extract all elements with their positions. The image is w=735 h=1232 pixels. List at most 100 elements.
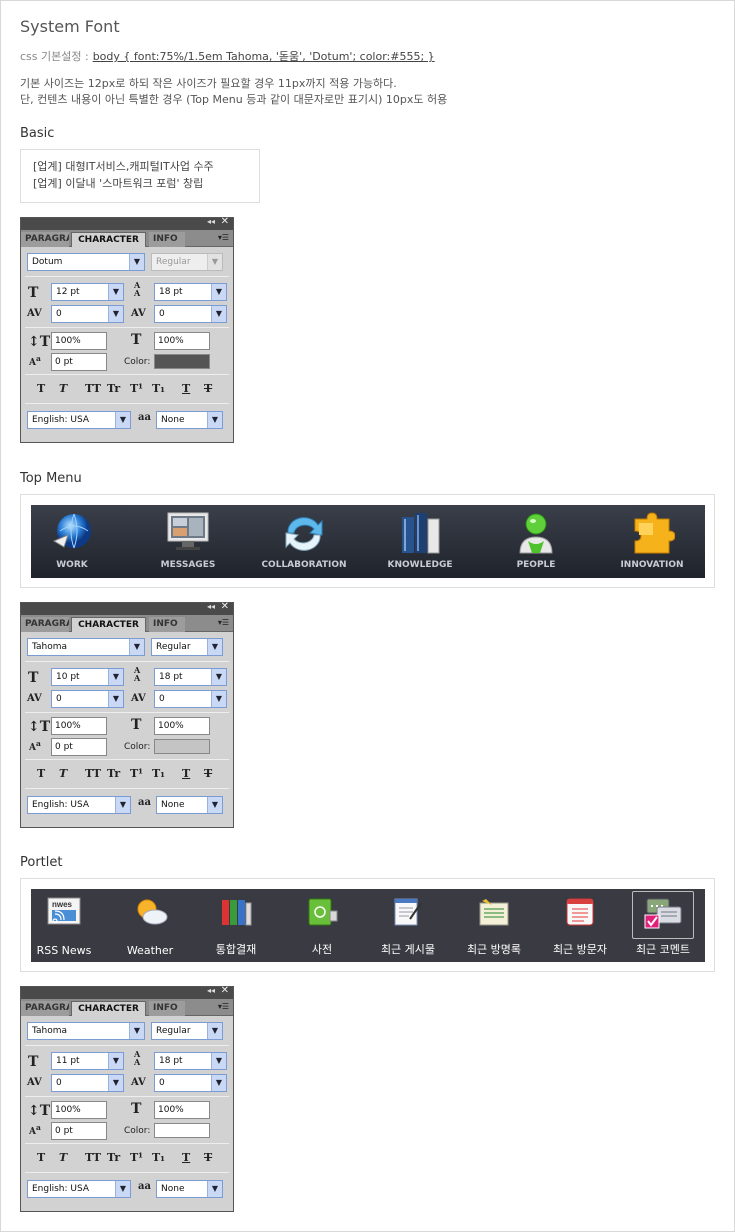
text-style-button[interactable]: T¹ — [130, 1151, 143, 1164]
font-style-select[interactable]: Regular ▼ — [151, 253, 223, 271]
chevron-down-icon[interactable]: ▼ — [108, 691, 123, 707]
tracking-select[interactable]: 0 ▼ — [154, 690, 227, 708]
text-style-button[interactable]: TT — [85, 767, 101, 780]
font-style-select[interactable]: Regular ▼ — [151, 1022, 223, 1040]
text-style-button[interactable]: T — [37, 382, 45, 395]
chevron-down-icon[interactable]: ▼ — [211, 1075, 226, 1091]
chevron-down-icon[interactable]: ▼ — [207, 639, 222, 655]
close-icon[interactable]: ✕ — [221, 985, 229, 996]
chevron-down-icon[interactable]: ▼ — [129, 254, 144, 270]
chevron-down-icon[interactable]: ▼ — [211, 691, 226, 707]
chevron-down-icon[interactable]: ▼ — [108, 284, 123, 300]
color-swatch[interactable] — [154, 1123, 210, 1138]
font-style-select[interactable]: Regular ▼ — [151, 638, 223, 656]
tab-character[interactable]: CHARACTER — [71, 232, 146, 247]
font-family-select[interactable]: Dotum ▼ — [27, 253, 145, 271]
portlet-item-comment[interactable]: 최근 코멘트 — [620, 889, 706, 962]
leading-select[interactable]: 18 pt ▼ — [154, 668, 227, 686]
portlet-item-binders[interactable]: 통합결재 — [193, 889, 279, 962]
chevron-down-icon[interactable]: ▼ — [108, 306, 123, 322]
text-style-button[interactable]: T — [37, 767, 45, 780]
text-style-button[interactable]: Tr — [107, 382, 120, 395]
chevron-down-icon[interactable]: ▼ — [211, 1053, 226, 1069]
text-style-button[interactable]: T — [204, 767, 212, 780]
collapse-icon[interactable]: ◂◂ — [207, 602, 215, 611]
horizontal-scale-input[interactable]: 100% — [154, 332, 210, 350]
text-style-button[interactable]: T¹ — [130, 382, 143, 395]
top-menu-item-collaboration[interactable]: COLLABORATION — [249, 505, 359, 578]
vertical-scale-input[interactable]: 100% — [51, 717, 107, 735]
chevron-down-icon[interactable]: ▼ — [211, 284, 226, 300]
chevron-down-icon[interactable]: ▼ — [115, 412, 130, 428]
chevron-down-icon[interactable]: ▼ — [129, 639, 144, 655]
language-select[interactable]: English: USA ▼ — [27, 1180, 131, 1198]
top-menu-item-innovation[interactable]: INNOVATION — [597, 505, 707, 578]
tab-character[interactable]: CHARACTER — [71, 1001, 146, 1016]
color-swatch[interactable] — [154, 739, 210, 754]
chevron-down-icon[interactable]: ▼ — [207, 1023, 222, 1039]
close-icon[interactable]: ✕ — [221, 216, 229, 227]
text-style-button[interactable]: T — [182, 767, 190, 780]
anti-alias-select[interactable]: None ▼ — [156, 411, 223, 429]
panel-menu-icon[interactable]: ▾☰ — [218, 1002, 229, 1011]
font-size-select[interactable]: 11 pt ▼ — [51, 1052, 124, 1070]
portlet-item-visitor-list[interactable]: 최근 방문자 — [537, 889, 623, 962]
kerning-select[interactable]: 0 ▼ — [51, 1074, 124, 1092]
text-style-button[interactable]: T₁ — [152, 767, 165, 780]
chevron-down-icon[interactable]: ▼ — [207, 254, 222, 270]
text-style-button[interactable]: T — [59, 382, 67, 395]
font-family-select[interactable]: Tahoma ▼ — [27, 1022, 145, 1040]
chevron-down-icon[interactable]: ▼ — [211, 306, 226, 322]
text-style-button[interactable]: T — [204, 1151, 212, 1164]
kerning-select[interactable]: 0 ▼ — [51, 305, 124, 323]
chevron-down-icon[interactable]: ▼ — [207, 797, 222, 813]
baseline-shift-input[interactable]: 0 pt — [51, 738, 107, 756]
text-style-button[interactable]: TT — [85, 382, 101, 395]
text-style-button[interactable]: Tr — [107, 1151, 120, 1164]
top-menu-item-people[interactable]: PEOPLE — [481, 505, 591, 578]
portlet-item-notepad[interactable]: 최근 게시물 — [365, 889, 451, 962]
panel-menu-icon[interactable]: ▾☰ — [218, 233, 229, 242]
tab-info[interactable]: INFO — [149, 1001, 185, 1016]
anti-alias-select[interactable]: None ▼ — [156, 1180, 223, 1198]
top-menu-item-knowledge[interactable]: KNOWLEDGE — [365, 505, 475, 578]
chevron-down-icon[interactable]: ▼ — [115, 797, 130, 813]
tab-info[interactable]: INFO — [149, 232, 185, 247]
vertical-scale-input[interactable]: 100% — [51, 1101, 107, 1119]
collapse-icon[interactable]: ◂◂ — [207, 986, 215, 995]
text-style-button[interactable]: T — [182, 1151, 190, 1164]
top-menu-item-messages[interactable]: MESSAGES — [133, 505, 243, 578]
tab-character[interactable]: CHARACTER — [71, 617, 146, 632]
kerning-select[interactable]: 0 ▼ — [51, 690, 124, 708]
font-family-select[interactable]: Tahoma ▼ — [27, 638, 145, 656]
language-select[interactable]: English: USA ▼ — [27, 796, 131, 814]
font-size-select[interactable]: 10 pt ▼ — [51, 668, 124, 686]
horizontal-scale-input[interactable]: 100% — [154, 1101, 210, 1119]
text-style-button[interactable]: T — [59, 1151, 67, 1164]
text-style-button[interactable]: T — [37, 1151, 45, 1164]
font-size-select[interactable]: 12 pt ▼ — [51, 283, 124, 301]
chevron-down-icon[interactable]: ▼ — [108, 1053, 123, 1069]
vertical-scale-input[interactable]: 100% — [51, 332, 107, 350]
collapse-icon[interactable]: ◂◂ — [207, 217, 215, 226]
text-style-button[interactable]: T — [204, 382, 212, 395]
tracking-select[interactable]: 0 ▼ — [154, 1074, 227, 1092]
tab-paragraph[interactable]: PARAGRAPH — [21, 232, 69, 247]
text-style-button[interactable]: Tr — [107, 767, 120, 780]
text-style-button[interactable]: T — [59, 767, 67, 780]
close-icon[interactable]: ✕ — [221, 601, 229, 612]
tab-paragraph[interactable]: PARAGRAPH — [21, 1001, 69, 1016]
leading-select[interactable]: 18 pt ▼ — [154, 283, 227, 301]
tab-paragraph[interactable]: PARAGRAPH — [21, 617, 69, 632]
chevron-down-icon[interactable]: ▼ — [207, 1181, 222, 1197]
horizontal-scale-input[interactable]: 100% — [154, 717, 210, 735]
text-style-button[interactable]: TT — [85, 1151, 101, 1164]
text-style-button[interactable]: T¹ — [130, 767, 143, 780]
leading-select[interactable]: 18 pt ▼ — [154, 1052, 227, 1070]
portlet-item-weather[interactable]: Weather — [107, 889, 193, 962]
portlet-item-guestbook[interactable]: 최근 방명록 — [451, 889, 537, 962]
baseline-shift-input[interactable]: 0 pt — [51, 1122, 107, 1140]
text-style-button[interactable]: T — [182, 382, 190, 395]
chevron-down-icon[interactable]: ▼ — [129, 1023, 144, 1039]
text-style-button[interactable]: T₁ — [152, 382, 165, 395]
